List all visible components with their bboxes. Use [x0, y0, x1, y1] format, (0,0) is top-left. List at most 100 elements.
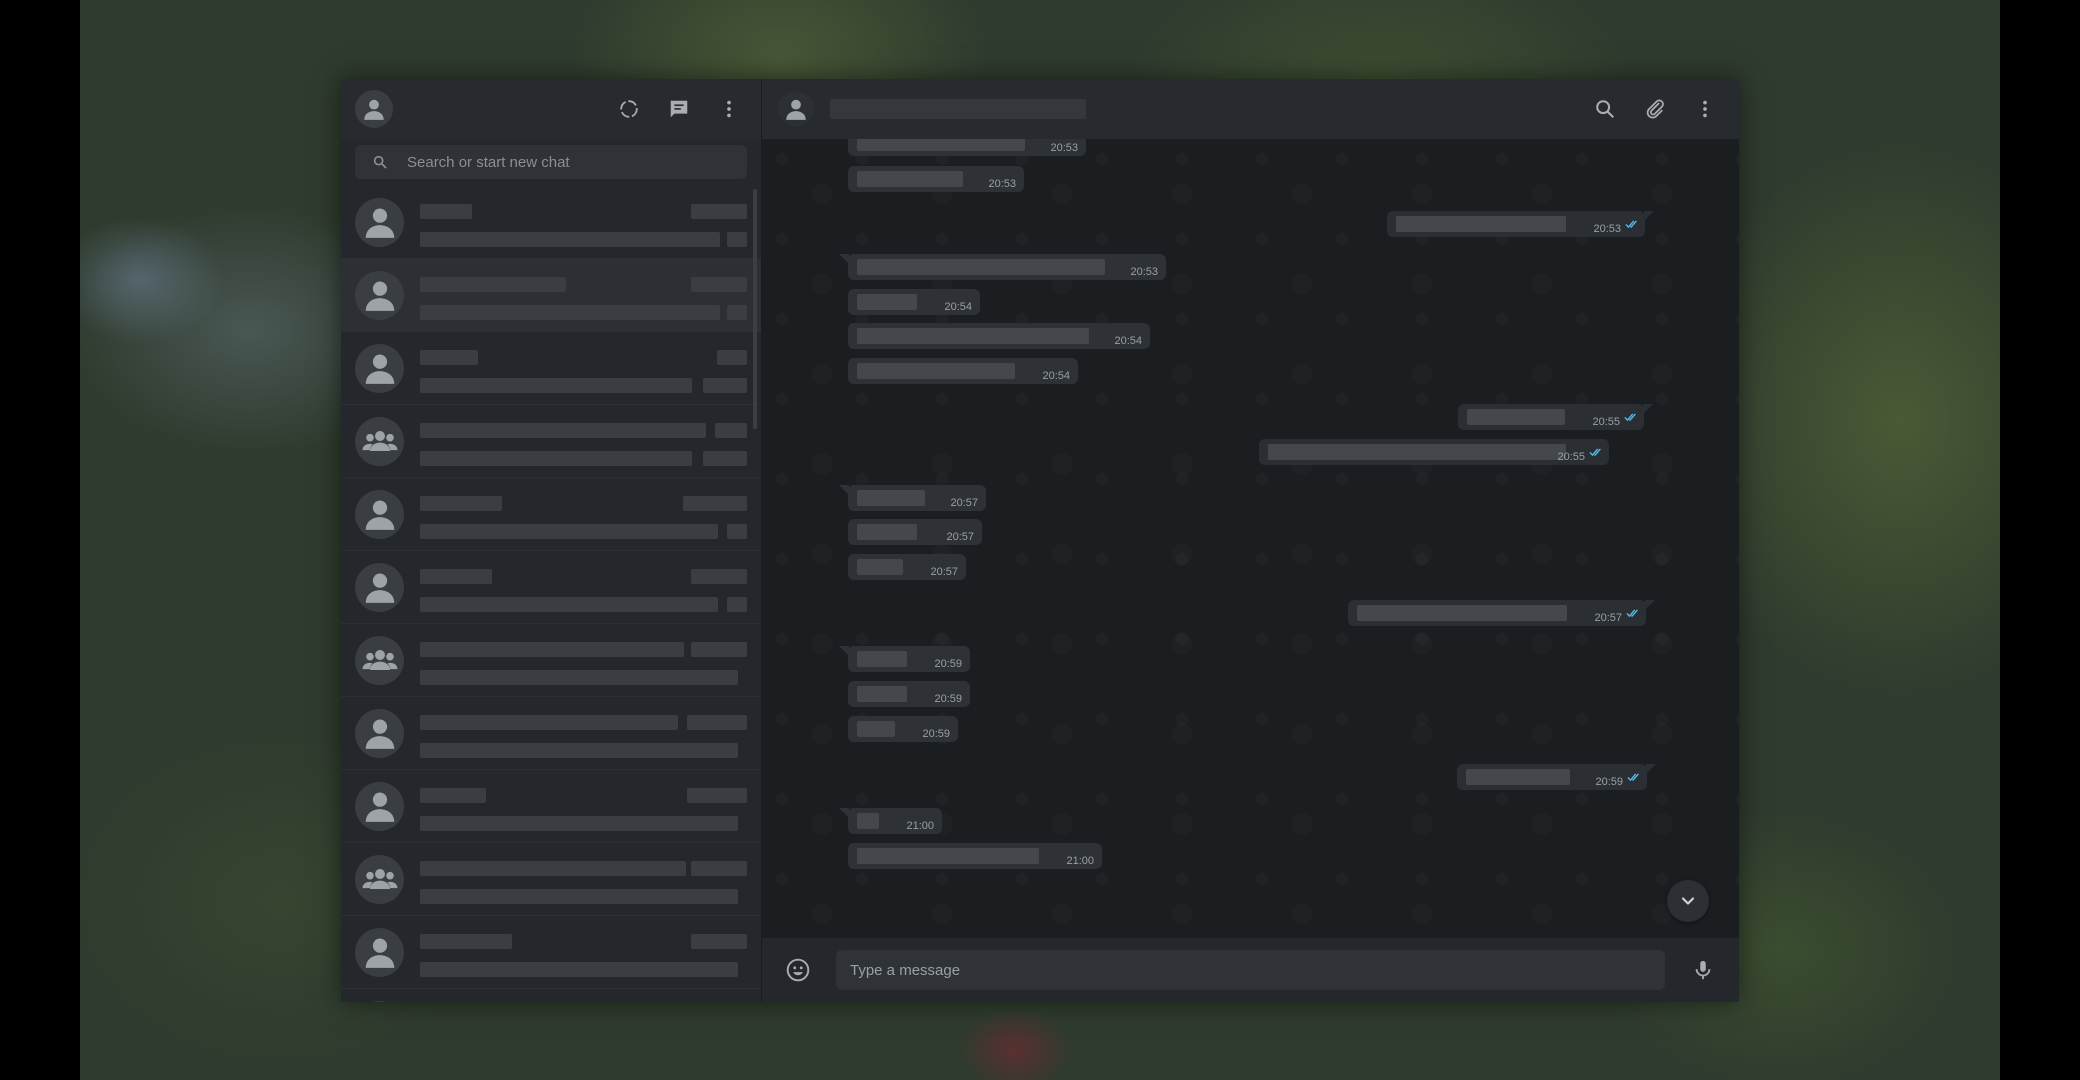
message-text-placeholder [857, 813, 879, 829]
contact-avatar[interactable] [778, 91, 814, 127]
chat-list-item[interactable] [341, 770, 761, 843]
bubble-tail [839, 254, 849, 264]
chat-name-placeholder [420, 350, 478, 365]
incoming-message-bubble[interactable]: 20:59 [848, 716, 958, 742]
message-timestamp: 20:59 [934, 658, 962, 670]
incoming-message-bubble[interactable]: 20:53 [848, 166, 1024, 192]
person-icon [364, 99, 384, 120]
chat-name-placeholder [420, 715, 678, 730]
message-text-placeholder [857, 363, 1015, 379]
chat-name-placeholder [420, 642, 684, 657]
read-receipt-icon [1589, 444, 1603, 462]
person-icon [355, 489, 404, 539]
message-timestamp: 20:54 [1042, 370, 1070, 382]
incoming-message-bubble[interactable]: 20:54 [848, 289, 980, 315]
message-timestamp: 20:57 [930, 566, 958, 578]
group-icon [355, 416, 404, 466]
message-text-placeholder [857, 686, 907, 702]
read-receipt-icon [1627, 769, 1641, 787]
emoji-button[interactable] [780, 952, 816, 988]
message-timestamp: 20:54 [1114, 335, 1142, 347]
incoming-message-bubble[interactable]: 20:54 [848, 358, 1078, 384]
message-timestamp: 20:54 [944, 301, 972, 313]
chat-list-item[interactable] [341, 624, 761, 697]
outgoing-message-bubble[interactable]: 20:55 [1458, 404, 1653, 430]
read-receipt-icon [1625, 216, 1639, 234]
incoming-message-bubble[interactable]: 20:59 [848, 681, 970, 707]
chat-list-item-content [420, 486, 747, 542]
chat-list-item-content [420, 778, 747, 834]
unread-badge-placeholder [703, 378, 747, 393]
profile-avatar[interactable] [355, 90, 393, 128]
message-text-placeholder [857, 490, 925, 506]
chat-list-item[interactable] [341, 186, 761, 259]
chat-time-placeholder [687, 788, 747, 803]
person-icon [786, 99, 806, 120]
person-icon [355, 270, 404, 320]
person-icon [355, 343, 404, 393]
chat-time-placeholder [691, 934, 747, 949]
message-text-placeholder [857, 171, 963, 187]
scroll-to-bottom-button[interactable] [1667, 880, 1709, 922]
chat-list-item[interactable] [341, 843, 761, 916]
message-timestamp: 20:57 [950, 497, 978, 509]
message-text-placeholder [857, 139, 1025, 151]
chat-list-item[interactable] [341, 405, 761, 478]
incoming-message-bubble[interactable]: 20:57 [848, 554, 966, 580]
incoming-message-bubble[interactable]: 20:54 [848, 323, 1150, 349]
outgoing-message-bubble[interactable]: 20:55 [1259, 439, 1609, 465]
chat-list-item-content [420, 413, 747, 469]
sidebar-header [341, 79, 761, 139]
search-icon [355, 154, 405, 170]
search-box [355, 145, 747, 179]
incoming-message-bubble[interactable]: 20:57 [848, 519, 982, 545]
chat-name-placeholder [420, 569, 492, 584]
chat-list-item-content [420, 924, 747, 980]
unread-badge-placeholder [703, 451, 747, 466]
chat-list [341, 186, 761, 1002]
chat-app-window: 20:5220:5320:5320:5320:5320:5420:5420:54… [341, 79, 1739, 1002]
chat-list-scrollbar[interactable] [753, 189, 757, 429]
message-timestamp: 20:53 [1050, 142, 1078, 154]
read-receipt-icon [1624, 409, 1638, 427]
chat-list-item[interactable] [341, 989, 761, 1002]
message-timestamp: 21:00 [906, 820, 934, 832]
chat-time-placeholder [691, 569, 747, 584]
contact-name-placeholder[interactable] [830, 99, 1086, 119]
person-icon [355, 781, 404, 831]
incoming-message-bubble[interactable]: 20:57 [839, 485, 986, 511]
outgoing-message-bubble[interactable]: 20:53 [1387, 211, 1654, 237]
search-input[interactable] [405, 152, 747, 172]
menu-icon [1703, 100, 1707, 118]
chat-preview-placeholder [420, 597, 718, 612]
incoming-message-bubble[interactable]: 20:53 [839, 139, 1086, 156]
incoming-message-bubble[interactable]: 20:59 [839, 646, 970, 672]
chat-list-item[interactable] [341, 332, 761, 405]
message-area[interactable]: 20:5220:5320:5320:5320:5320:5420:5420:54… [762, 139, 1739, 938]
search-bar [341, 139, 761, 185]
chat-menu-button[interactable] [1687, 91, 1723, 127]
chat-list-item[interactable] [341, 478, 761, 551]
outgoing-message-bubble[interactable]: 20:59 [1457, 764, 1656, 790]
chat-list-item-content [420, 632, 747, 688]
incoming-message-bubble[interactable]: 21:00 [839, 808, 942, 834]
sidebar-menu-button[interactable] [711, 91, 747, 127]
attach-button[interactable] [1637, 91, 1673, 127]
incoming-message-bubble[interactable]: 20:53 [839, 254, 1166, 280]
message-text-placeholder [857, 651, 907, 667]
chat-search-button[interactable] [1587, 91, 1623, 127]
chat-list-item[interactable] [341, 697, 761, 770]
voice-message-button[interactable] [1685, 952, 1721, 988]
status-button[interactable] [611, 91, 647, 127]
status-icon [620, 100, 638, 118]
new-chat-button[interactable] [661, 91, 697, 127]
chat-list-item[interactable] [341, 916, 761, 989]
message-input[interactable] [836, 950, 1665, 990]
conversation-header [762, 79, 1739, 139]
outgoing-message-bubble[interactable]: 20:57 [1348, 600, 1655, 626]
chat-list-item[interactable] [341, 259, 761, 332]
chat-list-item[interactable] [341, 551, 761, 624]
chat-list-item-content [420, 340, 747, 396]
incoming-message-bubble[interactable]: 21:00 [848, 843, 1102, 869]
read-receipt-icon [1626, 605, 1640, 623]
